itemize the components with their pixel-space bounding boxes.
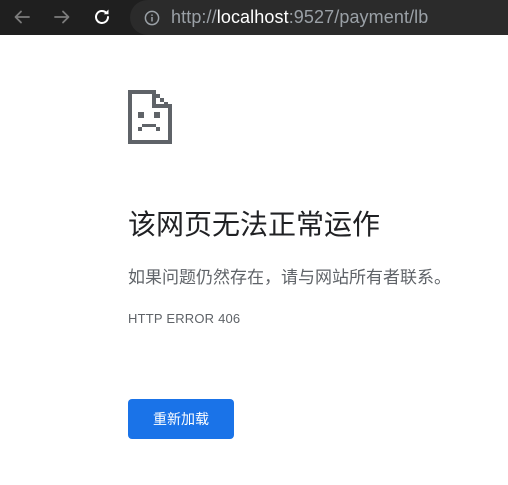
- info-icon[interactable]: [144, 10, 160, 26]
- url-prefix: http://: [171, 7, 217, 27]
- address-bar[interactable]: http://localhost:9527/payment/lb: [130, 0, 508, 35]
- arrow-left-icon: [14, 10, 30, 24]
- forward-button[interactable]: [48, 4, 76, 30]
- url-host: localhost: [216, 7, 289, 27]
- back-button[interactable]: [8, 4, 36, 30]
- url-path: :9527/payment/lb: [288, 7, 429, 27]
- reload-page-button[interactable]: 重新加载: [128, 399, 234, 439]
- browser-toolbar: http://localhost:9527/payment/lb: [0, 0, 508, 35]
- url-text[interactable]: http://localhost:9527/payment/lb: [171, 7, 428, 28]
- arrow-right-icon: [54, 10, 70, 24]
- error-code: HTTP ERROR 406: [128, 311, 241, 326]
- sad-document-icon: [128, 90, 174, 150]
- reload-button[interactable]: [88, 4, 116, 30]
- reload-icon: [95, 9, 109, 24]
- error-title: 该网页无法正常运作: [128, 208, 381, 241]
- error-message: 如果问题仍然存在，请与网站所有者联系。: [128, 268, 451, 288]
